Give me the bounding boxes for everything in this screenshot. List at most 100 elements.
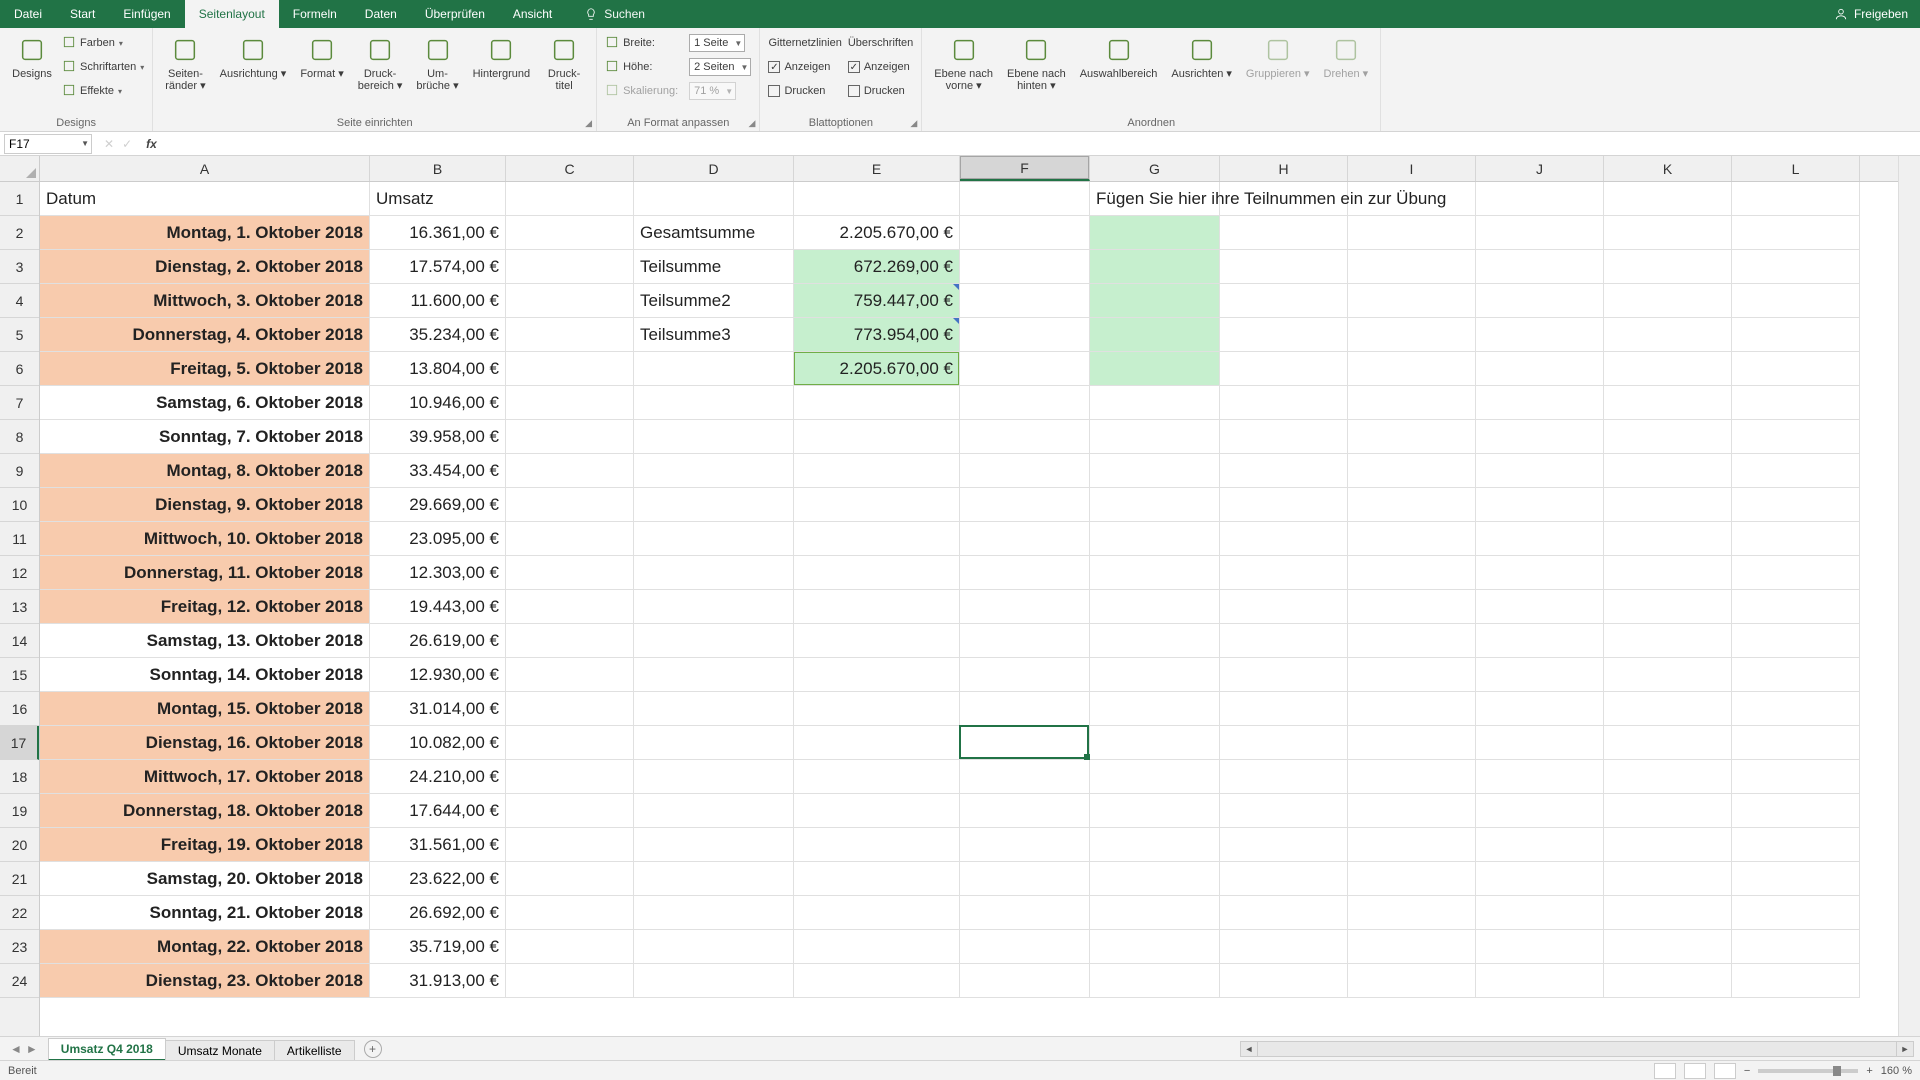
row-header-22[interactable]: 22 — [0, 896, 39, 930]
cell-G10[interactable] — [1090, 488, 1220, 522]
menu-tab-daten[interactable]: Daten — [351, 0, 411, 28]
cell-B14[interactable]: 26.619,00 € — [370, 624, 506, 658]
cell-J7[interactable] — [1476, 386, 1604, 420]
cell-J19[interactable] — [1476, 794, 1604, 828]
cell-B5[interactable]: 35.234,00 € — [370, 318, 506, 352]
cell-A24[interactable]: Dienstag, 23. Oktober 2018 — [40, 964, 370, 998]
column-header-H[interactable]: H — [1220, 156, 1348, 181]
cell-D1[interactable] — [634, 182, 794, 216]
cell-D14[interactable] — [634, 624, 794, 658]
cell-A4[interactable]: Mittwoch, 3. Oktober 2018 — [40, 284, 370, 318]
row-header-7[interactable]: 7 — [0, 386, 39, 420]
cell-E24[interactable] — [794, 964, 960, 998]
cell-F13[interactable] — [960, 590, 1090, 624]
cell-H22[interactable] — [1220, 896, 1348, 930]
cell-A19[interactable]: Donnerstag, 18. Oktober 2018 — [40, 794, 370, 828]
cell-F1[interactable] — [960, 182, 1090, 216]
cell-F8[interactable] — [960, 420, 1090, 454]
cell-G2[interactable] — [1090, 216, 1220, 250]
cell-F6[interactable] — [960, 352, 1090, 386]
menu-tab-überprüfen[interactable]: Überprüfen — [411, 0, 499, 28]
cell-J9[interactable] — [1476, 454, 1604, 488]
cell-E21[interactable] — [794, 862, 960, 896]
cell-H21[interactable] — [1220, 862, 1348, 896]
cell-E8[interactable] — [794, 420, 960, 454]
cell-I13[interactable] — [1348, 590, 1476, 624]
cell-F2[interactable] — [960, 216, 1090, 250]
cell-I14[interactable] — [1348, 624, 1476, 658]
cell-G4[interactable] — [1090, 284, 1220, 318]
cell-D12[interactable] — [634, 556, 794, 590]
ebene-hinten-button[interactable]: Ebene nach hinten ▾ — [1003, 32, 1070, 94]
cell-I20[interactable] — [1348, 828, 1476, 862]
row-header-24[interactable]: 24 — [0, 964, 39, 998]
menu-tab-seitenlayout[interactable]: Seitenlayout — [185, 0, 279, 28]
cell-C23[interactable] — [506, 930, 634, 964]
ebene-vorne-button[interactable]: Ebene nach vorne ▾ — [930, 32, 997, 94]
cell-J6[interactable] — [1476, 352, 1604, 386]
designs-button[interactable]: Designs — [8, 32, 56, 82]
column-header-K[interactable]: K — [1604, 156, 1732, 181]
row-header-18[interactable]: 18 — [0, 760, 39, 794]
ueberschr-anzeigen-checkbox[interactable]: ✓Anzeigen — [848, 56, 913, 78]
cell-E18[interactable] — [794, 760, 960, 794]
cell-F12[interactable] — [960, 556, 1090, 590]
cell-L11[interactable] — [1732, 522, 1860, 556]
row-header-9[interactable]: 9 — [0, 454, 39, 488]
cell-L10[interactable] — [1732, 488, 1860, 522]
cell-G17[interactable] — [1090, 726, 1220, 760]
column-header-J[interactable]: J — [1476, 156, 1604, 181]
cell-C20[interactable] — [506, 828, 634, 862]
cell-D23[interactable] — [634, 930, 794, 964]
cell-E16[interactable] — [794, 692, 960, 726]
cell-F22[interactable] — [960, 896, 1090, 930]
cell-B10[interactable]: 29.669,00 € — [370, 488, 506, 522]
cell-I8[interactable] — [1348, 420, 1476, 454]
cell-C21[interactable] — [506, 862, 634, 896]
column-header-F[interactable]: F — [960, 156, 1090, 181]
cell-D18[interactable] — [634, 760, 794, 794]
cell-F7[interactable] — [960, 386, 1090, 420]
hscroll-left[interactable]: ◄ — [1240, 1041, 1258, 1057]
row-header-16[interactable]: 16 — [0, 692, 39, 726]
cell-F19[interactable] — [960, 794, 1090, 828]
row-header-23[interactable]: 23 — [0, 930, 39, 964]
cell-D7[interactable] — [634, 386, 794, 420]
cell-I2[interactable] — [1348, 216, 1476, 250]
cell-K17[interactable] — [1604, 726, 1732, 760]
cell-C4[interactable] — [506, 284, 634, 318]
row-header-10[interactable]: 10 — [0, 488, 39, 522]
cell-B2[interactable]: 16.361,00 € — [370, 216, 506, 250]
row-header-11[interactable]: 11 — [0, 522, 39, 556]
cell-F11[interactable] — [960, 522, 1090, 556]
cell-F16[interactable] — [960, 692, 1090, 726]
cell-B8[interactable]: 39.958,00 € — [370, 420, 506, 454]
cell-K24[interactable] — [1604, 964, 1732, 998]
cell-G7[interactable] — [1090, 386, 1220, 420]
cell-I17[interactable] — [1348, 726, 1476, 760]
cell-E4[interactable]: 759.447,00 € — [794, 284, 960, 318]
cell-L9[interactable] — [1732, 454, 1860, 488]
cell-E6[interactable]: 2.205.670,00 € — [794, 352, 960, 386]
column-header-B[interactable]: B — [370, 156, 506, 181]
cell-E2[interactable]: 2.205.670,00 € — [794, 216, 960, 250]
cell-D8[interactable] — [634, 420, 794, 454]
cell-D4[interactable]: Teilsumme2 — [634, 284, 794, 318]
row-header-14[interactable]: 14 — [0, 624, 39, 658]
row-header-2[interactable]: 2 — [0, 216, 39, 250]
cell-K10[interactable] — [1604, 488, 1732, 522]
menu-tab-start[interactable]: Start — [56, 0, 109, 28]
cell-F4[interactable] — [960, 284, 1090, 318]
cell-A21[interactable]: Samstag, 20. Oktober 2018 — [40, 862, 370, 896]
cell-A15[interactable]: Sonntag, 14. Oktober 2018 — [40, 658, 370, 692]
cell-D5[interactable]: Teilsumme3 — [634, 318, 794, 352]
cell-H17[interactable] — [1220, 726, 1348, 760]
cell-L4[interactable] — [1732, 284, 1860, 318]
cell-F14[interactable] — [960, 624, 1090, 658]
cell-K7[interactable] — [1604, 386, 1732, 420]
cell-G24[interactable] — [1090, 964, 1220, 998]
column-header-C[interactable]: C — [506, 156, 634, 181]
accept-formula-button[interactable]: ✓ — [122, 137, 132, 151]
cell-H9[interactable] — [1220, 454, 1348, 488]
cell-H13[interactable] — [1220, 590, 1348, 624]
